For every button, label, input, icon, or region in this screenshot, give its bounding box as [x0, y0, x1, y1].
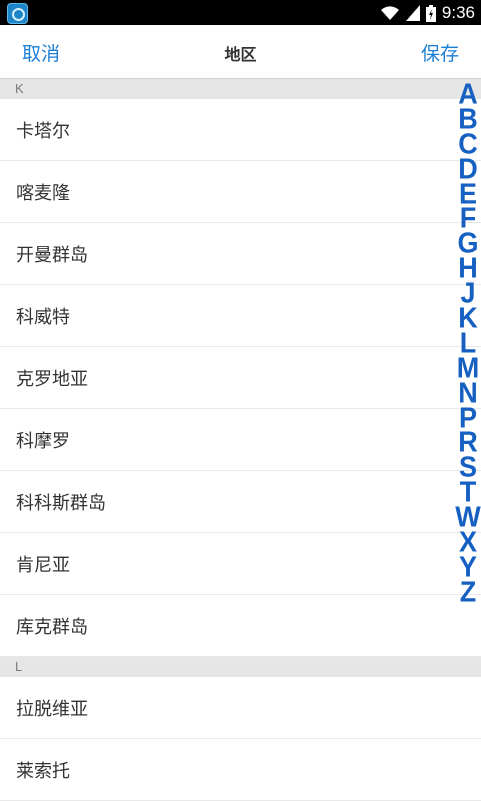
list-item[interactable]: 开曼群岛: [0, 223, 481, 285]
battery-icon: [425, 4, 436, 22]
index-letter-z[interactable]: Z: [460, 578, 477, 606]
app-notification-icon: [7, 3, 28, 24]
list-item[interactable]: 科威特: [0, 285, 481, 347]
alphabet-index-bar[interactable]: A B C D E F G H J K L M N P R S T W X Y …: [455, 80, 481, 606]
list-item[interactable]: 卡塔尔: [0, 99, 481, 161]
region-list[interactable]: K 卡塔尔 喀麦隆 开曼群岛 科威特 克罗地亚 科摩罗 科科斯群岛 肯尼亚 库克…: [0, 79, 481, 801]
list-item[interactable]: 科科斯群岛: [0, 471, 481, 533]
status-time: 9:36: [441, 3, 475, 22]
status-bar: 9:36: [0, 0, 481, 25]
list-item[interactable]: 库克群岛: [0, 595, 481, 657]
list-item[interactable]: 喀麦隆: [0, 161, 481, 223]
list-item[interactable]: 克罗地亚: [0, 347, 481, 409]
list-item[interactable]: 莱索托: [0, 739, 481, 801]
page-title: 地区: [224, 45, 257, 64]
status-icons: 9:36: [380, 3, 475, 23]
navigation-bar: 取消 地区 保存: [0, 25, 481, 79]
signal-icon: [405, 5, 420, 21]
section-header-k: K: [0, 79, 481, 99]
list-item[interactable]: 拉脱维亚: [0, 677, 481, 739]
list-item[interactable]: 肯尼亚: [0, 533, 481, 595]
section-header-l: L: [0, 657, 481, 677]
wifi-icon: [380, 5, 400, 21]
save-button[interactable]: 保存: [421, 39, 459, 66]
list-item[interactable]: 科摩罗: [0, 409, 481, 471]
